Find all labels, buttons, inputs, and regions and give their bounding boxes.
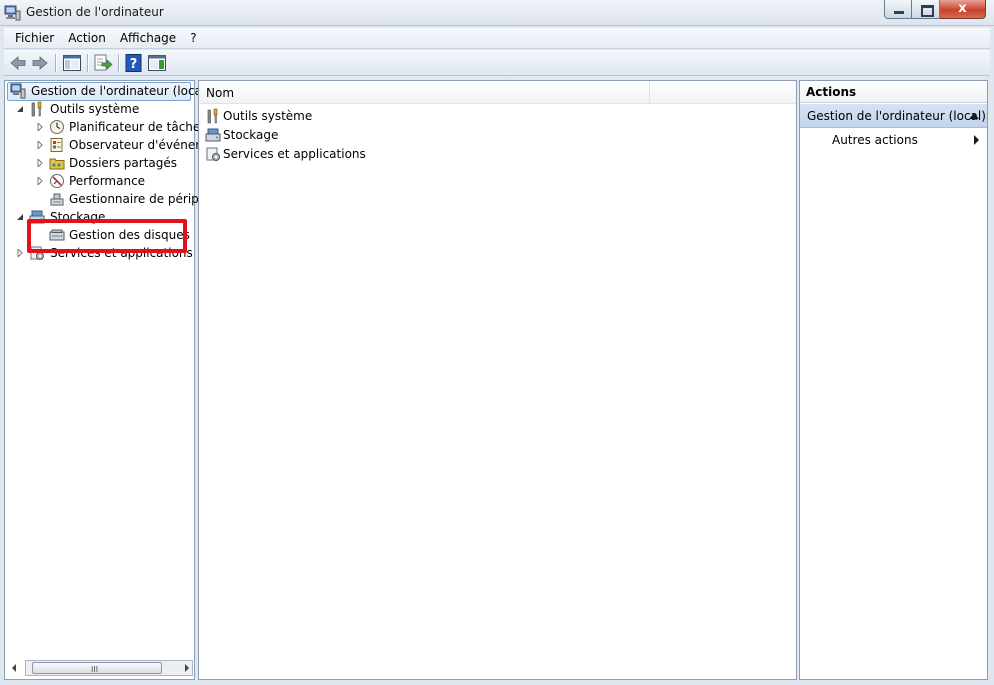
tree-item-label: Performance <box>69 174 146 188</box>
window: Gestion de l'ordinateur x Fichier Action… <box>0 0 994 685</box>
toolbar-separator <box>118 54 119 72</box>
storage-icon <box>205 128 221 142</box>
console-tree-panel: Gestion de l'ordinateur (local) Outils s… <box>4 80 214 680</box>
tools-icon <box>31 101 42 117</box>
caption-buttons: x <box>884 0 986 19</box>
tree-item-outils-systeme[interactable]: Outils système <box>5 100 194 118</box>
window-title: Gestion de l'ordinateur <box>26 5 164 19</box>
menu-affichage[interactable]: Affichage <box>113 28 183 48</box>
result-list-panel: Nom Outils système Stockage Services et … <box>198 80 797 680</box>
scrollbar-grip: III <box>91 665 99 674</box>
help-icon[interactable]: ? <box>124 53 144 73</box>
expanded-arrow-icon[interactable] <box>17 213 24 221</box>
services-icon <box>206 147 220 161</box>
tree-item-root[interactable]: Gestion de l'ordinateur (local) <box>5 82 210 100</box>
computer-management-icon <box>4 5 21 21</box>
collapsed-arrow-icon[interactable] <box>37 123 44 131</box>
list-item-label: Outils système <box>223 109 313 123</box>
collapsed-arrow-icon[interactable] <box>17 249 24 257</box>
tree-item-observateur[interactable]: Observateur d'événeme <box>5 136 214 154</box>
close-button[interactable]: x <box>940 0 986 19</box>
submenu-arrow-icon[interactable] <box>974 135 979 145</box>
tree-item-label: Services et applications <box>50 246 193 260</box>
scroll-right-arrow-icon[interactable] <box>185 664 189 672</box>
tree-item-planificateur[interactable]: Planificateur de tâches <box>5 118 207 136</box>
column-header-nom[interactable]: Nom <box>199 81 650 104</box>
menu-action[interactable]: Action <box>61 28 113 48</box>
collapse-up-icon[interactable] <box>969 113 979 119</box>
list-item-label: Services et applications <box>223 147 366 161</box>
tree-item-performance[interactable]: Performance <box>5 172 194 190</box>
storage-icon <box>29 210 45 224</box>
shared-folder-icon <box>49 158 65 170</box>
menu-help[interactable]: ? <box>183 28 203 48</box>
scroll-left-arrow-icon[interactable] <box>12 664 16 672</box>
tree-item-label: Stockage <box>50 210 106 224</box>
column-header-empty[interactable] <box>650 81 796 104</box>
tree-item-label: Gestion des disques <box>69 228 190 242</box>
actions-section-header[interactable]: Gestion de l'ordinateur (local) <box>800 104 987 128</box>
close-icon: x <box>958 1 967 16</box>
menu-fichier[interactable]: Fichier <box>4 28 61 48</box>
back-arrow-icon[interactable] <box>8 53 28 73</box>
computer-management-icon <box>10 83 26 99</box>
tree-item-services-applications[interactable]: Services et applications <box>5 244 194 262</box>
tree-item-label: Gestionnaire de périphé <box>69 192 214 206</box>
tree-item-dossiers-partages[interactable]: Dossiers partagés <box>5 154 194 172</box>
toolbar-separator <box>55 54 56 72</box>
tree-item-label: Planificateur de tâches <box>69 120 207 134</box>
tree-item-label: Outils système <box>50 102 140 116</box>
tree-item-gestion-des-disques[interactable]: Gestion des disques <box>5 226 194 244</box>
actions-pane-title: Actions <box>800 81 987 103</box>
list-header: Nom <box>199 81 796 104</box>
device-manager-icon <box>50 193 64 206</box>
tree-item-label: Gestion de l'ordinateur (local) <box>31 84 210 98</box>
disk-management-icon <box>49 229 65 241</box>
autres-actions-link[interactable]: Autres actions <box>832 131 918 149</box>
actions-pane: Actions Gestion de l'ordinateur (local) … <box>799 80 988 680</box>
tools-icon <box>207 108 218 124</box>
tree-item-gestionnaire-peripheriques[interactable]: Gestionnaire de périphé <box>5 190 214 208</box>
collapsed-arrow-icon[interactable] <box>37 159 44 167</box>
minimize-button[interactable] <box>884 0 912 19</box>
toolbar-separator <box>87 54 88 72</box>
clock-icon <box>50 120 64 134</box>
export-list-icon[interactable] <box>93 53 113 73</box>
scrollbar-thumb[interactable]: III <box>32 662 162 674</box>
collapsed-arrow-icon[interactable] <box>37 141 44 149</box>
collapsed-arrow-icon[interactable] <box>37 177 44 185</box>
title-bar: Gestion de l'ordinateur x <box>0 0 994 26</box>
svg-text:?: ? <box>130 57 138 72</box>
tree-horizontal-scrollbar[interactable]: III <box>12 660 193 676</box>
performance-icon <box>50 174 64 188</box>
tree-item-label: Dossiers partagés <box>69 156 178 170</box>
tree-item-label: Observateur d'événeme <box>69 138 215 152</box>
show-hide-action-pane-icon[interactable] <box>147 53 167 73</box>
actions-section-label: Gestion de l'ordinateur (local) <box>807 109 986 123</box>
toolbar: ? <box>4 50 990 76</box>
tree-item-stockage[interactable]: Stockage <box>5 208 194 226</box>
expanded-arrow-icon[interactable] <box>17 105 24 113</box>
maximize-button[interactable] <box>912 0 940 19</box>
services-icon <box>30 246 44 260</box>
menu-bar: Fichier Action Affichage ? <box>4 28 990 49</box>
list-item-label: Stockage <box>223 128 279 142</box>
show-hide-tree-icon[interactable] <box>62 53 82 73</box>
event-viewer-icon <box>50 138 63 152</box>
forward-arrow-icon[interactable] <box>30 53 50 73</box>
